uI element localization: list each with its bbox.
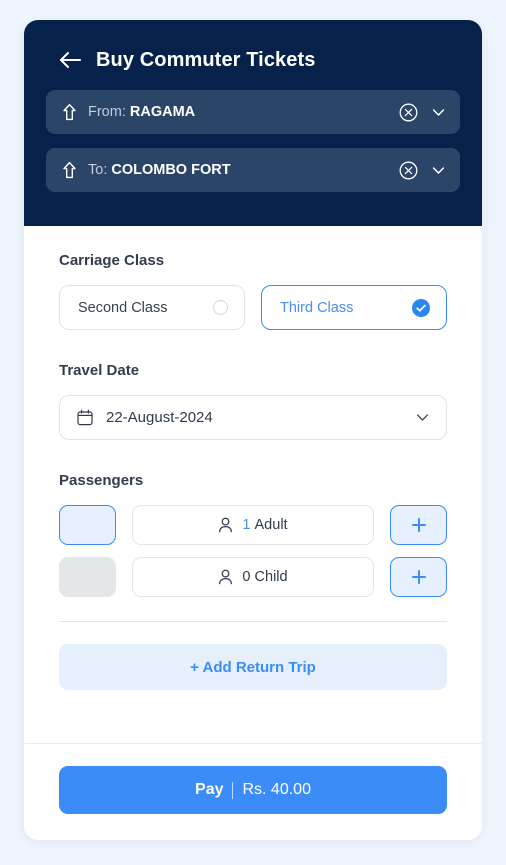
chevron-down-icon[interactable] [431, 105, 446, 120]
adult-count-value: 1 [242, 517, 251, 533]
station-from-text: From: RAGAMA [88, 104, 399, 120]
station-row-to[interactable]: To: COLOMBO FORT [46, 148, 460, 192]
section-divider [59, 621, 447, 622]
adult-type-label: Adult [254, 517, 288, 533]
station-row-from[interactable]: From: RAGAMA [46, 90, 460, 134]
header-top-bar: Buy Commuter Tickets [46, 42, 460, 90]
ticket-purchase-card: Buy Commuter Tickets From: RAGAMA To: CO… [24, 20, 482, 840]
travel-date-value: 22-August-2024 [106, 409, 213, 426]
pay-button[interactable]: Pay Rs. 40.00 [59, 766, 447, 814]
child-count-value: 0 [242, 569, 251, 585]
adult-count-field[interactable]: 1 Adult [132, 505, 374, 545]
person-icon [218, 517, 233, 533]
station-to-text: To: COLOMBO FORT [88, 162, 399, 178]
station-from-label: From: [88, 104, 126, 120]
carriage-class-label: Carriage Class [59, 252, 165, 269]
form-body: Carriage Class Second Class Third Class [24, 226, 482, 743]
pay-button-label: Pay [195, 781, 224, 798]
station-from-value: RAGAMA [129, 104, 196, 120]
plus-icon [411, 518, 426, 532]
add-return-trip-label: + Add Return Trip [190, 658, 316, 676]
passengers-label: Passengers [59, 472, 144, 489]
passenger-row-child: 0 Child [59, 557, 447, 597]
child-count-text: 0 Child [242, 569, 287, 585]
radio-unchecked-icon[interactable] [213, 300, 228, 315]
app-screen: Buy Commuter Tickets From: RAGAMA To: CO… [0, 0, 506, 865]
pay-button-amount: Rs. 40.00 [242, 781, 311, 798]
arrow-left-icon[interactable] [58, 50, 82, 70]
passenger-row-adult: 1 Adult [59, 505, 447, 545]
chevron-down-icon[interactable] [431, 163, 446, 178]
page-title: Buy Commuter Tickets [96, 49, 316, 71]
increment-adult-button[interactable] [390, 505, 447, 545]
travel-date-field[interactable]: 22-August-2024 [59, 395, 447, 440]
circle-x-icon[interactable] [399, 161, 418, 180]
station-to-value: COLOMBO FORT [111, 162, 231, 178]
arrow-up-outline-icon [62, 161, 77, 179]
carriage-class-option-third-label: Third Class [280, 299, 354, 316]
station-to-label: To: [88, 162, 108, 178]
footer: Pay Rs. 40.00 [24, 744, 482, 840]
adult-count-text: 1 Adult [242, 517, 287, 533]
child-type-label: Child [254, 569, 288, 585]
arrow-up-outline-icon [62, 103, 77, 121]
carriage-class-options: Second Class Third Class [59, 285, 447, 330]
header: Buy Commuter Tickets From: RAGAMA To: CO… [24, 20, 482, 226]
carriage-class-option-second-label: Second Class [78, 299, 168, 316]
circle-x-icon[interactable] [399, 103, 418, 122]
chevron-down-icon[interactable] [415, 410, 430, 425]
decrement-adult-button[interactable] [59, 505, 116, 545]
add-return-trip-button[interactable]: + Add Return Trip [59, 644, 447, 690]
increment-child-button[interactable] [390, 557, 447, 597]
check-circle-icon[interactable] [412, 298, 430, 317]
carriage-class-option-third[interactable]: Third Class [261, 285, 447, 330]
travel-date-label: Travel Date [59, 362, 140, 379]
carriage-class-option-second[interactable]: Second Class [59, 285, 245, 330]
person-icon [218, 569, 233, 585]
pay-button-content: Pay Rs. 40.00 [195, 781, 311, 799]
plus-icon [411, 570, 426, 584]
child-count-field[interactable]: 0 Child [132, 557, 374, 597]
pay-button-divider [232, 781, 234, 799]
calendar-icon [77, 409, 93, 426]
decrement-child-button [59, 557, 116, 597]
